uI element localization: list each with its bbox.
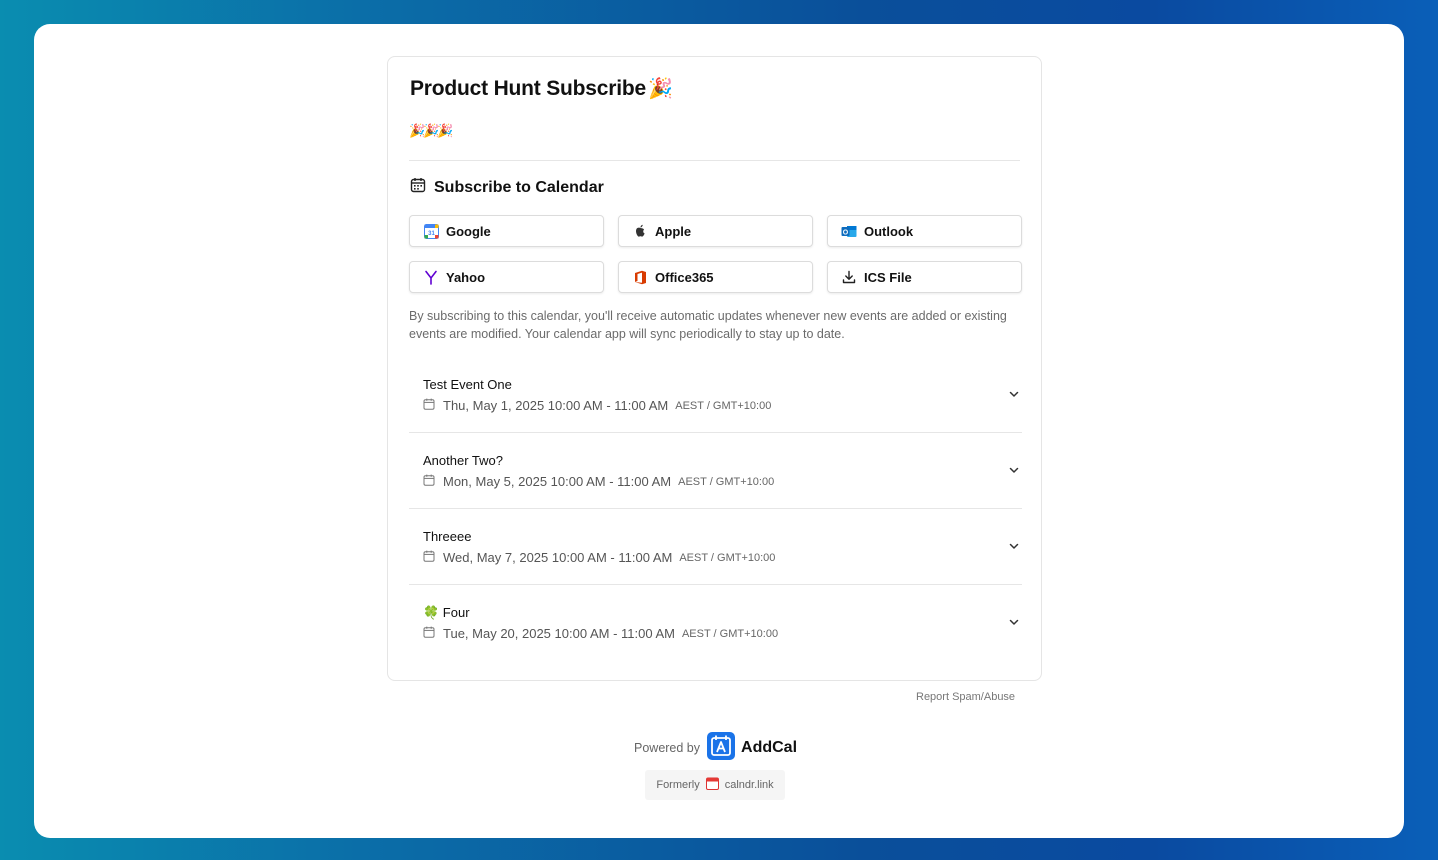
event-timezone: AEST / GMT+10:00 — [679, 551, 776, 564]
office365-button[interactable]: Office365 — [618, 261, 813, 293]
yahoo-button[interactable]: Yahoo — [409, 261, 604, 293]
outlook-icon: O — [841, 223, 857, 239]
event-item[interactable]: Another Two? Mon, May 5, 2025 10:00 AM -… — [409, 433, 1022, 509]
outlook-button[interactable]: O Outlook — [827, 215, 1022, 247]
event-list: Test Event One Thu, May 1, 2025 10:00 AM… — [409, 357, 1022, 660]
event-title: Threeee — [423, 529, 472, 544]
addcal-brand: AddCal — [741, 738, 798, 756]
chevron-down-icon[interactable] — [1008, 539, 1020, 557]
ics-file-button[interactable]: ICS File — [827, 261, 1022, 293]
event-item[interactable]: Threeee Wed, May 7, 2025 10:00 AM - 11:0… — [409, 509, 1022, 585]
divider — [409, 160, 1020, 161]
page-title: Product Hunt Subscribe 🎉 — [410, 77, 673, 100]
event-date: Thu, May 1, 2025 10:00 AM - 11:00 AM AES… — [423, 398, 771, 413]
google-button[interactable]: 31 Google — [409, 215, 604, 247]
apple-button[interactable]: Apple — [618, 215, 813, 247]
calendar-card: Product Hunt Subscribe 🎉 🎉🎉🎉 Subscribe to… — [387, 56, 1042, 681]
event-timezone: AEST / GMT+10:00 — [681, 627, 779, 640]
event-timezone: AEST / GMT+10:00 — [675, 399, 772, 412]
chevron-down-icon[interactable] — [1008, 615, 1020, 633]
event-date: Tue, May 20, 2025 10:00 AM - 11:00 AM AE… — [423, 626, 778, 641]
report-spam-link[interactable]: Report Spam/Abuse — [916, 691, 1015, 703]
event-date: Wed, May 7, 2025 10:00 AM - 11:00 AM AES… — [423, 550, 775, 565]
formerly-badge[interactable]: Formerly calndr.link — [645, 770, 785, 800]
calndr-logo-icon — [705, 777, 719, 793]
calendar-icon — [423, 550, 435, 565]
calendar-icon — [423, 626, 435, 641]
addcal-logo-icon — [707, 732, 736, 763]
chevron-down-icon[interactable] — [1008, 463, 1020, 481]
event-title: Test Event One — [423, 377, 512, 392]
chevron-down-icon[interactable] — [1008, 387, 1020, 405]
apple-icon — [632, 223, 648, 239]
subscription-note: By subscribing to this calendar, you'll … — [409, 309, 1007, 341]
powered-by[interactable]: Powered by AddCal — [634, 732, 797, 763]
calendar-icon — [410, 177, 426, 198]
download-icon — [841, 269, 857, 285]
subscribe-heading: Subscribe to Calendar — [410, 177, 604, 198]
event-timezone: AEST / GMT+10:00 — [678, 475, 775, 488]
office365-icon — [632, 269, 648, 285]
svg-text:O: O — [843, 229, 849, 236]
svg-text:31: 31 — [428, 231, 435, 237]
app-window: Product Hunt Subscribe 🎉 🎉🎉🎉 Subscribe to… — [34, 24, 1404, 838]
event-title: 🍀 Four — [423, 605, 470, 620]
calendar-description: 🎉🎉🎉 — [409, 123, 454, 138]
subscribe-buttons: 31 Google Apple O Outlook Yahoo Office36… — [409, 215, 1022, 293]
event-item[interactable]: Test Event One Thu, May 1, 2025 10:00 AM… — [409, 357, 1022, 433]
google-calendar-icon: 31 — [423, 223, 439, 239]
event-item[interactable]: 🍀 Four Tue, May 20, 2025 10:00 AM - 11:0… — [409, 585, 1022, 660]
calendar-icon — [423, 398, 435, 413]
event-date: Mon, May 5, 2025 10:00 AM - 11:00 AM AES… — [423, 474, 774, 489]
party-emoji: 🎉 — [647, 78, 673, 100]
yahoo-icon — [423, 269, 439, 285]
event-title: Another Two? — [423, 453, 503, 468]
calendar-icon — [423, 474, 435, 489]
